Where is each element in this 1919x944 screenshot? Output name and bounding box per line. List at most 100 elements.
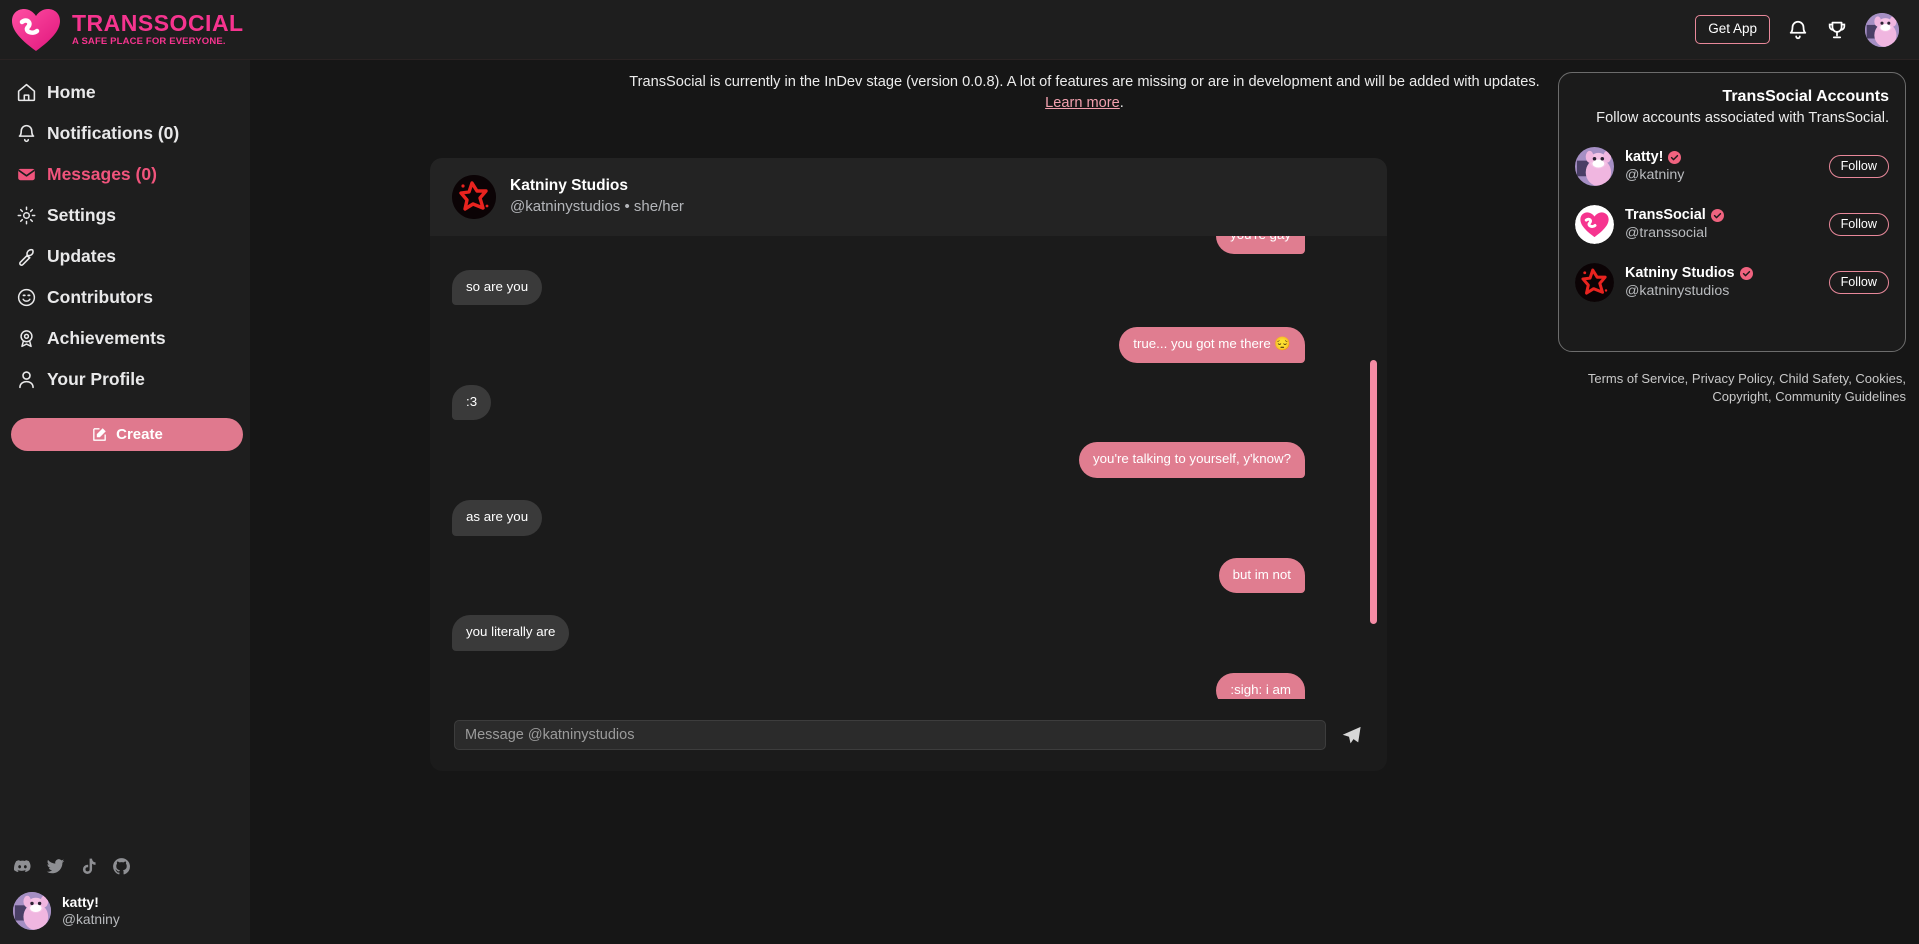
sidebar-item-your-profile[interactable]: Your Profile	[0, 359, 250, 400]
gear-icon	[17, 206, 36, 225]
current-user[interactable]: katty! @katniny	[13, 892, 250, 930]
send-button[interactable]	[1340, 724, 1363, 747]
avatar[interactable]	[452, 175, 496, 219]
account-row[interactable]: TransSocial @transsocial Follow	[1575, 195, 1889, 253]
account-row[interactable]: Katniny Studios @katninystudios Follow	[1575, 253, 1889, 311]
message-composer	[430, 699, 1387, 771]
message-row: you're talking to yourself, y'know?	[452, 442, 1357, 479]
legal-links: Terms of Service, Privacy Policy, Child …	[1558, 370, 1906, 407]
message-row: but im not	[452, 557, 1357, 594]
banner-text: TransSocial is currently in the InDev st…	[629, 74, 1540, 90]
account-name: katty!	[1625, 148, 1664, 165]
chat-contact-name: Katniny Studios	[510, 177, 628, 195]
wrench-icon	[19, 248, 34, 266]
transsocial-logo-avatar	[1575, 204, 1614, 244]
chat-contact-handle: @katninystudios	[510, 198, 621, 216]
sidebar-item-achievements[interactable]: Achievements	[0, 318, 250, 359]
sidebar-item-label: Home	[47, 82, 96, 102]
verified-badge-icon	[1739, 266, 1753, 280]
follow-button[interactable]: Follow	[1828, 154, 1889, 179]
create-button-label: Create	[116, 426, 163, 443]
chat-header[interactable]: Katniny Studios @katninystudios • she/he…	[430, 158, 1387, 236]
compose-icon	[93, 428, 106, 441]
create-button[interactable]: Create	[11, 418, 243, 451]
sidebar-item-label: Updates	[47, 246, 117, 266]
verified-badge-icon	[1710, 208, 1724, 222]
account-row[interactable]: katty! @katniny Follow	[1575, 137, 1889, 195]
message-bubble-outgoing[interactable]: you're talking to yourself, y'know?	[1079, 442, 1305, 479]
avatar[interactable]	[1575, 204, 1614, 244]
message-bubble-incoming[interactable]: as are you	[452, 500, 543, 536]
avatar[interactable]	[1575, 146, 1614, 186]
get-app-button[interactable]: Get App	[1695, 15, 1770, 44]
message-bubble-outgoing[interactable]: :sigh: i am	[1216, 672, 1305, 699]
learn-more-link[interactable]: Learn more	[1045, 95, 1120, 111]
message-list[interactable]: you're gay so are you true... you got me…	[430, 236, 1387, 699]
verified-badge-icon	[1668, 150, 1682, 164]
bell-icon[interactable]	[1787, 19, 1809, 41]
chat-contact-pronouns: she/her	[633, 198, 684, 216]
avatar[interactable]	[1865, 12, 1899, 47]
message-row: :sigh: i am	[452, 672, 1357, 699]
katty-avatar	[1865, 12, 1899, 47]
message-row: as are you	[452, 500, 1357, 536]
send-icon	[1342, 726, 1361, 743]
current-user-handle: @katniny	[62, 912, 120, 927]
sidebar-item-contributors[interactable]: Contributors	[0, 277, 250, 318]
scrollbar[interactable]	[1370, 360, 1377, 624]
chat-meta-separator: •	[624, 198, 630, 216]
account-name: Katniny Studios	[1625, 264, 1735, 281]
legal-line-1[interactable]: Terms of Service, Privacy Policy, Child …	[1558, 370, 1906, 388]
chat-contact-meta: @katninystudios • she/her	[510, 197, 684, 217]
message-row: so are you	[452, 269, 1357, 306]
tiktok-icon[interactable]	[79, 857, 98, 876]
chat-panel: Katniny Studios @katninystudios • she/he…	[430, 158, 1387, 771]
envelope-icon	[18, 168, 35, 181]
sidebar-item-label: Settings	[47, 205, 117, 225]
message-bubble-incoming[interactable]: so are you	[452, 269, 543, 306]
primary-navigation: Home Notifications (0) Messages (0) Sett…	[0, 60, 250, 400]
home-icon	[17, 83, 36, 102]
sidebar-item-notifications[interactable]: Notifications (0)	[0, 113, 250, 154]
top-bar: TRANSSOCIAL A SAFE PLACE FOR EVERYONE. G…	[0, 0, 1919, 60]
account-handle: @transsocial	[1625, 225, 1708, 242]
message-bubble-outgoing[interactable]: true... you got me there 😔	[1119, 327, 1305, 363]
current-user-name: katty!	[62, 894, 99, 910]
message-input[interactable]	[454, 720, 1326, 750]
smiley-icon	[17, 288, 36, 307]
github-icon[interactable]	[112, 857, 131, 876]
message-bubble-outgoing[interactable]: you're gay	[1216, 236, 1305, 254]
sidebar-item-messages[interactable]: Messages (0)	[0, 154, 250, 195]
trophy-icon[interactable]	[1826, 19, 1848, 41]
avatar	[13, 892, 51, 930]
award-icon	[20, 330, 33, 348]
sidebar-item-home[interactable]: Home	[0, 72, 250, 113]
katty-avatar	[1575, 146, 1614, 186]
brand-name: TRANSSOCIAL	[72, 9, 244, 36]
avatar[interactable]	[1575, 262, 1614, 302]
follow-button[interactable]: Follow	[1828, 212, 1889, 237]
message-row: you literally are	[452, 615, 1357, 651]
brand-logo[interactable]: TRANSSOCIAL A SAFE PLACE FOR EVERYONE.	[0, 6, 250, 54]
follow-button[interactable]: Follow	[1828, 270, 1889, 295]
sidebar-item-label: Contributors	[47, 287, 153, 307]
katty-avatar	[13, 892, 51, 930]
message-bubble-incoming[interactable]: :3	[452, 384, 492, 421]
message-row: :3	[452, 384, 1357, 421]
sidebar-item-settings[interactable]: Settings	[0, 195, 250, 236]
account-handle: @katninystudios	[1625, 283, 1730, 300]
twitter-icon[interactable]	[46, 857, 65, 876]
panel-subtitle: Follow accounts associated with TransSoc…	[1596, 110, 1889, 127]
message-bubble-outgoing[interactable]: but im not	[1218, 557, 1305, 594]
panel-title: TransSocial Accounts	[1722, 88, 1889, 105]
discord-icon[interactable]	[13, 857, 32, 876]
message-bubble-incoming[interactable]: you literally are	[452, 615, 570, 651]
sidebar-item-label: Achievements	[47, 328, 166, 348]
person-icon	[19, 371, 34, 389]
transsocial-accounts-panel: TransSocial Accounts Follow accounts ass…	[1558, 72, 1906, 352]
sidebar-item-updates[interactable]: Updates	[0, 236, 250, 277]
sidebar-item-label: Messages (0)	[47, 164, 157, 184]
message-row: you're gay	[452, 236, 1357, 254]
account-name: TransSocial	[1625, 206, 1706, 223]
legal-line-2[interactable]: Copyright, Community Guidelines	[1558, 388, 1906, 406]
